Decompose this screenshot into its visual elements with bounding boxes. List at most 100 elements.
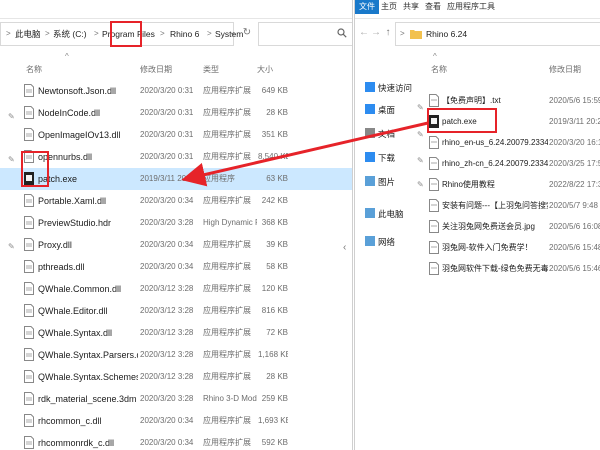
crumb-separator: > [45,29,50,38]
file-size: 28 KB [266,372,288,381]
right-address-bar[interactable]: > Rhino 6.24 [395,22,600,46]
file-row[interactable]: rhcommon_c.dll 2020/3/20 0:34 应用程序扩展 1,6… [0,410,352,432]
file-date: 2020/5/7 9:48 [549,201,598,210]
file-row[interactable]: QWhale.Syntax.Schemes.dll 2020/3/12 3:28… [0,366,352,388]
file-name: QWhale.Editor.dll [38,306,108,316]
file-row[interactable]: Rhino使用教程 2022/8/22 17:34 [355,174,600,196]
file-size: 592 KB [261,438,288,447]
file-name: rhcommon_c.dll [38,416,102,426]
column-header-name[interactable]: 名称 [431,62,447,78]
file-row[interactable]: 羽兔网软件下载-绿色免费无毒！ 2020/5/6 15:46 [355,258,600,280]
file-row[interactable]: rdk_material_scene.3dm 2020/3/20 3:28 Rh… [0,388,352,410]
file-row[interactable]: 关注羽兔网免费送会员.jpg 2020/5/6 16:08 [355,216,600,238]
file-row[interactable]: 羽兔网-软件入门免费学！ 2020/5/6 15:48 [355,237,600,259]
crumb-this-pc[interactable]: 此电脑 [15,23,41,45]
file-row[interactable]: QWhale.Common.dll 2020/3/12 3:28 应用程序扩展 … [0,278,352,300]
file-date: 2020/3/20 0:31 [140,108,194,117]
file-name: NodeInCode.dll [38,108,101,118]
file-row[interactable]: PreviewStudio.hdr 2020/3/20 3:28 High Dy… [0,212,352,234]
left-ribbon [0,0,352,19]
up-arrow-icon[interactable]: ↑ [381,22,395,44]
file-row[interactable]: NodeInCode.dll 2020/3/20 0:31 应用程序扩展 28 … [0,102,352,124]
file-date: 2020/3/20 0:34 [140,438,194,447]
file-row[interactable]: QWhale.Editor.dll 2020/3/12 3:28 应用程序扩展 … [0,300,352,322]
file-row[interactable]: Newtonsoft.Json.dll 2020/3/20 0:31 应用程序扩… [0,80,352,102]
ribbon-tab-file[interactable]: 文件 [355,0,379,14]
refresh-icon[interactable]: ↻ [240,22,254,44]
file-date: 2020/3/20 3:28 [140,218,194,227]
file-row[interactable]: 安装有问题---【上羽兔问答搜索答案】 2020/5/7 9:48 [355,195,600,217]
file-name: QWhale.Syntax.dll [38,328,113,338]
ribbon-tab-view[interactable]: 查看 [421,0,445,14]
file-name: rhcommonrdk_c.dll [38,438,115,448]
address-root-chevron[interactable]: > [400,23,405,45]
file-date: 2020/5/6 16:08 [549,222,600,231]
file-name: patch.exe [38,174,78,184]
address-dropdown-icon[interactable]: ⌄ [226,22,240,44]
right-explorer-window: 文件 主页 共享 查看 应用程序工具 ← → ↑ > Rhino 6.24 ^ … [354,0,600,450]
ribbon-tab-app-tools[interactable]: 应用程序工具 [443,0,499,14]
column-header-name[interactable]: 名称 [26,62,42,78]
file-type: 应用程序扩展 [203,240,251,249]
file-type: 应用程序扩展 [203,130,251,139]
file-name: QWhale.Syntax.Parsers.dll [38,350,138,360]
dll-file-icon [24,84,34,97]
file-row[interactable]: QWhale.Syntax.dll 2020/3/12 3:28 应用程序扩展 … [0,322,352,344]
file-type: 应用程序扩展 [203,372,251,381]
file-row[interactable]: Proxy.dll 2020/3/20 0:34 应用程序扩展 39 KB [0,234,352,256]
file-type: 应用程序扩展 [203,86,251,95]
file-row[interactable]: rhino_zh-cn_6.24.20079.23341.exe 2020/3/… [355,153,600,175]
file-row[interactable]: Portable.Xaml.dll 2020/3/20 0:34 应用程序扩展 … [0,190,352,212]
file-date: 2019/3/11 20:21 [549,117,600,126]
file-name: rdk_material_scene.3dm [38,394,137,404]
ribbon-tab-home[interactable]: 主页 [377,0,401,14]
file-name: Portable.Xaml.dll [38,196,107,206]
file-size: 39 KB [266,240,288,249]
file-type: 应用程序扩展 [203,152,251,161]
file-name: QWhale.Common.dll [38,284,122,294]
dll-file-icon [24,326,34,339]
crumb-rhino-6[interactable]: Rhino 6 [170,23,199,45]
ribbon-tab-share[interactable]: 共享 [399,0,423,14]
file-name: 安装有问题---【上羽兔问答搜索答案】 [442,201,548,210]
file-type: 应用程序扩展 [203,108,251,117]
dll-file-icon [24,414,34,427]
file-row[interactable]: pthreads.dll 2020/3/20 0:34 应用程序扩展 58 KB [0,256,352,278]
file-row[interactable]: opennurbs.dll 2020/3/20 0:31 应用程序扩展 8,54… [0,146,352,168]
column-header-date[interactable]: 修改日期 [549,62,581,78]
file-type: 应用程序扩展 [203,438,251,447]
file-size: 351 KB [261,130,288,139]
file-row[interactable]: rhino_en-us_6.24.20079.23341.exe 2020/3/… [355,132,600,154]
file-date: 2020/5/6 15:48 [549,243,600,252]
file-date: 2020/3/12 3:28 [140,284,194,293]
file-name: 关注羽兔网免费送会员.jpg [442,222,535,231]
crumb-rhino-6-24[interactable]: Rhino 6.24 [426,23,467,45]
dll-file-icon [24,304,34,317]
file-name: rhino_zh-cn_6.24.20079.23341.exe [442,159,548,168]
crumb-system-drive[interactable]: 系统 (C:) [53,23,87,45]
file-size: 63 KB [266,174,288,183]
address-root-chevron[interactable]: > [6,23,11,45]
pane-collapse-icon[interactable]: ‹ [343,242,346,253]
file-date: 2020/3/20 0:31 [140,130,194,139]
left-search-box[interactable] [258,22,352,46]
file-type: High Dynamic R... [203,218,257,227]
file-row[interactable]: patch.exe 2019/3/11 20:21 应用程序 63 KB [0,168,352,190]
file-name: Proxy.dll [38,240,72,250]
column-header-date[interactable]: 修改日期 [140,62,172,78]
highlight-box-rhino-6-crumb [110,21,142,47]
column-header-size[interactable]: 大小 [257,62,273,78]
file-row[interactable]: rhcommonrdk_c.dll 2020/3/20 0:34 应用程序扩展 … [0,432,352,450]
file-row[interactable]: QWhale.Syntax.Parsers.dll 2020/3/12 3:28… [0,344,352,366]
file-date: 2020/3/20 3:28 [140,394,194,403]
file-date: 2020/3/20 0:34 [140,262,194,271]
crumb-separator: > [94,29,99,38]
file-size: 816 KB [261,306,288,315]
file-date: 2020/5/6 15:46 [549,264,600,273]
pin-icon: ✎ [417,156,424,165]
pin-icon: ✎ [417,103,424,112]
dll-file-icon [24,348,34,361]
highlight-box-patch-exe-left [21,151,49,187]
file-row[interactable]: OpenImageIOv13.dll 2020/3/20 0:31 应用程序扩展… [0,124,352,146]
column-header-type[interactable]: 类型 [203,62,219,78]
